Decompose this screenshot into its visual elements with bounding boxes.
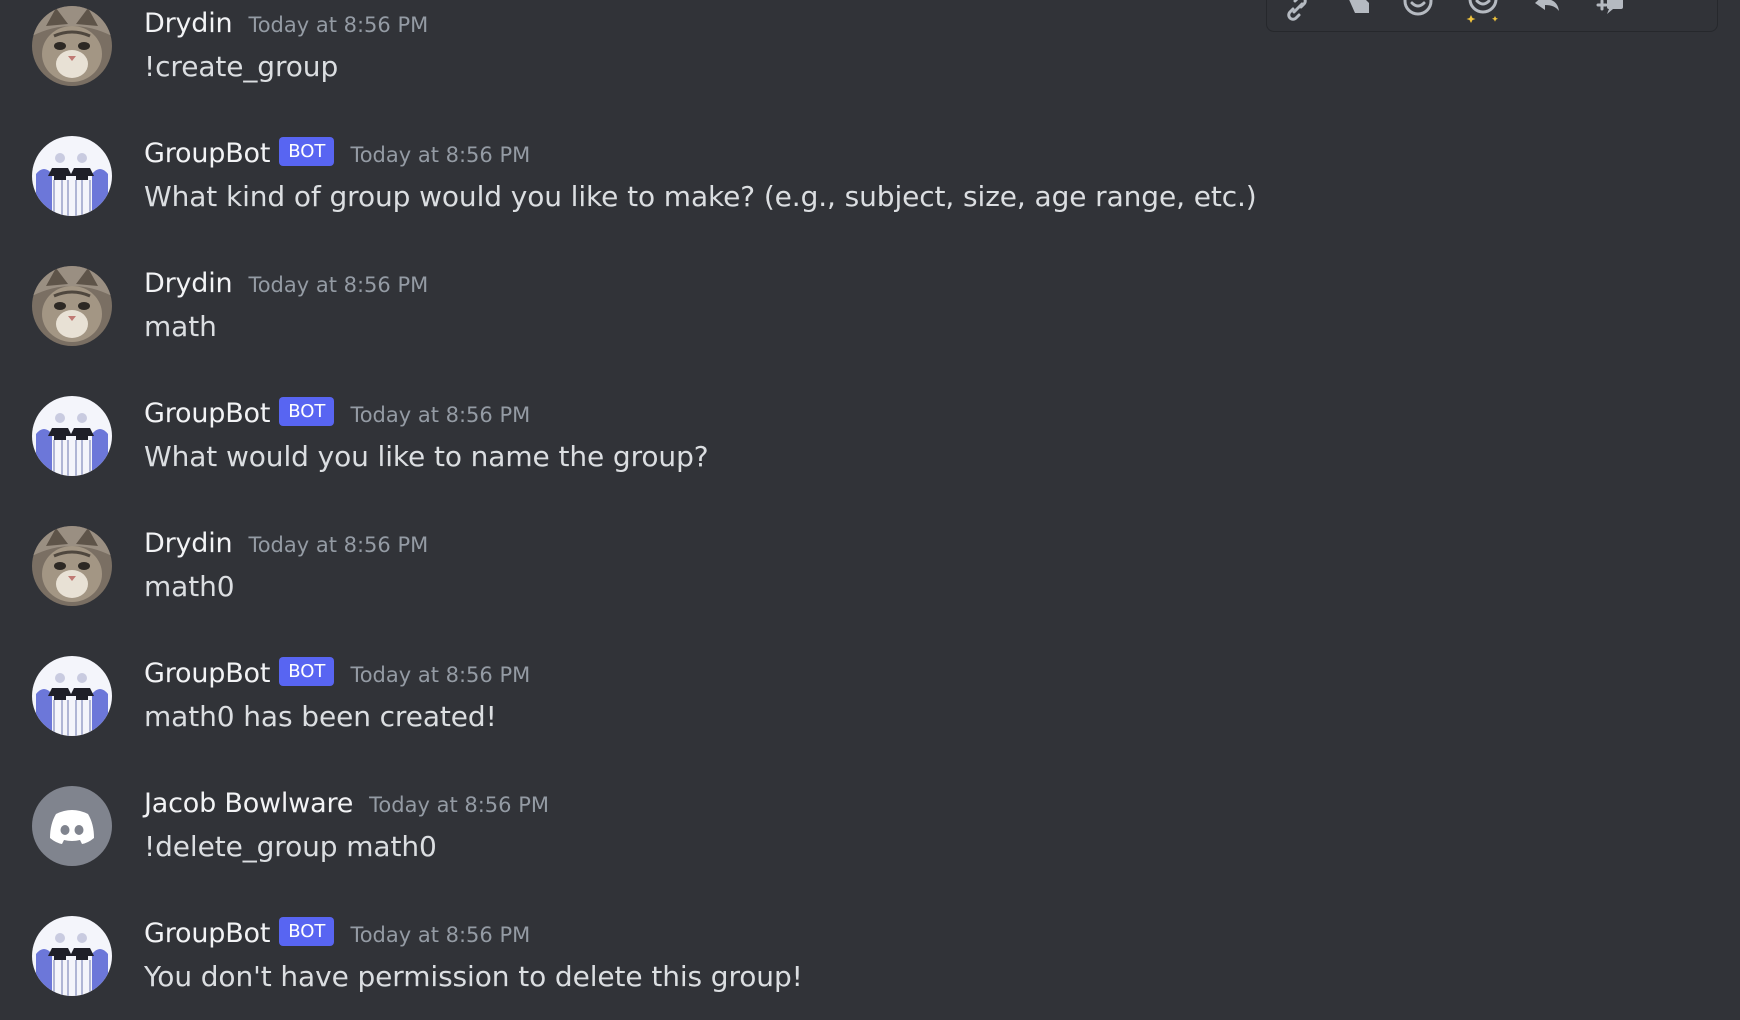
message-header: Jacob Bowlware Today at 8:56 PM [144,785,549,821]
author-name[interactable]: GroupBot [144,138,270,169]
timestamp[interactable]: Today at 8:56 PM [350,143,530,167]
message-content: !create_group [144,50,339,83]
cat-avatar[interactable] [32,266,112,346]
author-name[interactable]: Drydin [144,528,233,559]
group-avatar[interactable] [32,916,112,996]
message-content: What kind of group would you like to mak… [144,180,1257,213]
author-name[interactable]: GroupBot [144,398,270,429]
author-name[interactable]: Jacob Bowlware [144,788,353,819]
group-avatar[interactable] [32,396,112,476]
message-content: You don't have permission to delete this… [144,960,803,993]
timestamp[interactable]: Today at 8:56 PM [350,923,530,947]
message-content: !delete_group math0 [144,830,437,863]
cat-avatar[interactable] [32,6,112,86]
message-header: GroupBot BOT Today at 8:56 PM [144,655,530,691]
cat-avatar[interactable] [32,526,112,606]
message-content: What would you like to name the group? [144,440,709,473]
message-header: GroupBot BOT Today at 8:56 PM [144,135,530,171]
message-item: GroupBot BOT Today at 8:56 PM What would… [0,390,1740,500]
message-header: Drydin Today at 8:56 PM [144,265,428,301]
group-avatar[interactable] [32,136,112,216]
message-content: math0 has been created! [144,700,497,733]
message-item: GroupBot BOT Today at 8:56 PM You don't … [0,910,1740,1020]
message-item: Drydin Today at 8:56 PM math0 [0,520,1740,630]
author-name[interactable]: Drydin [144,268,233,299]
message-item: Drydin Today at 8:56 PM !create_group [0,0,1740,110]
timestamp[interactable]: Today at 8:56 PM [350,663,530,687]
message-header: Drydin Today at 8:56 PM [144,525,428,561]
timestamp[interactable]: Today at 8:56 PM [248,533,428,557]
bot-badge: BOT [279,656,335,686]
message-item: GroupBot BOT Today at 8:56 PM math0 has … [0,650,1740,760]
bot-badge: BOT [279,916,335,946]
chat-message-list: Drydin Today at 8:56 PM !create_group Gr… [0,0,1740,1020]
timestamp[interactable]: Today at 8:56 PM [369,793,549,817]
timestamp[interactable]: Today at 8:56 PM [350,403,530,427]
bot-badge: BOT [279,136,335,166]
message-header: GroupBot BOT Today at 8:56 PM [144,395,530,431]
group-avatar[interactable] [32,656,112,736]
message-item: Jacob Bowlware Today at 8:56 PM !delete_… [0,780,1740,890]
discord-default-avatar[interactable] [32,786,112,866]
author-name[interactable]: Drydin [144,8,233,39]
timestamp[interactable]: Today at 8:56 PM [248,13,428,37]
message-content: math [144,310,217,343]
author-name[interactable]: GroupBot [144,658,270,689]
author-name[interactable]: GroupBot [144,918,270,949]
message-item: GroupBot BOT Today at 8:56 PM What kind … [0,130,1740,240]
message-header: GroupBot BOT Today at 8:56 PM [144,915,530,951]
bot-badge: BOT [279,396,335,426]
timestamp[interactable]: Today at 8:56 PM [248,273,428,297]
message-content: math0 [144,570,235,603]
message-header: Drydin Today at 8:56 PM [144,5,428,41]
message-item: Drydin Today at 8:56 PM math [0,260,1740,370]
